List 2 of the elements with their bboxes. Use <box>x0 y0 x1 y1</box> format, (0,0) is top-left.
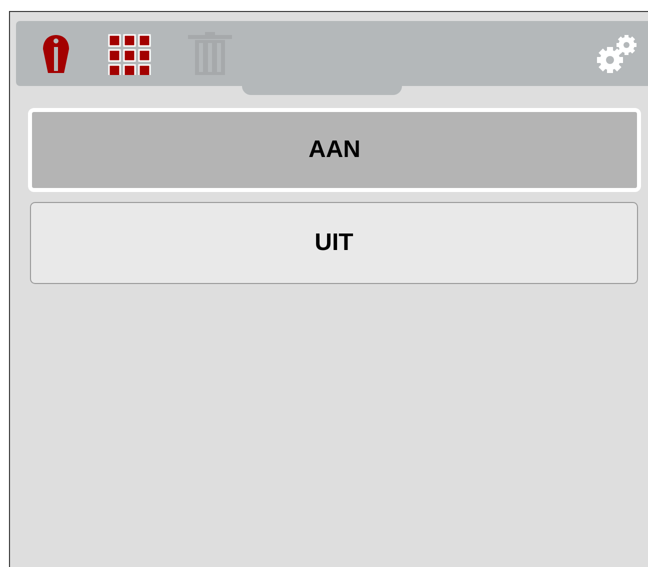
option-button[interactable]: UIT <box>30 202 638 284</box>
option-button[interactable]: AAN <box>28 108 641 192</box>
